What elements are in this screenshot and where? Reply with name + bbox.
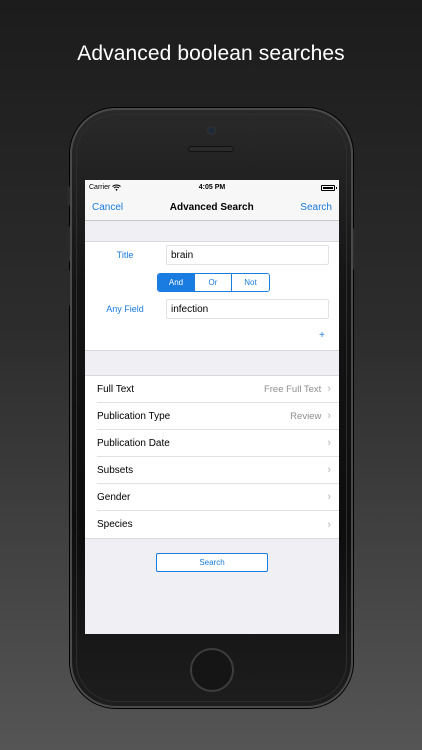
chevron-right-icon: › — [327, 464, 331, 476]
filter-row-gender[interactable]: Gender › — [97, 484, 339, 511]
nav-title: Advanced Search — [169, 202, 254, 213]
chevron-right-icon: › — [327, 410, 331, 422]
navigation-bar: Cancel Advanced Search Search — [85, 195, 339, 221]
speaker-grille — [188, 146, 234, 152]
filter-label: Publication Type — [97, 410, 171, 422]
chevron-right-icon: › — [327, 518, 331, 531]
query-row: Title brain — [85, 242, 339, 268]
filter-row-publication-date[interactable]: Publication Date › — [97, 430, 339, 457]
filter-row-full-text[interactable]: Full Text Free Full Text › — [97, 376, 339, 403]
chevron-right-icon: › — [327, 491, 331, 503]
promo-headline: Advanced boolean searches — [77, 42, 345, 65]
section-spacer — [85, 350, 339, 376]
filter-label: Full Text — [97, 383, 135, 395]
add-term-button[interactable]: + — [319, 330, 325, 341]
volume-up-button — [67, 226, 70, 262]
term-input-any[interactable]: infection — [166, 299, 329, 319]
search-action-area: Search — [85, 538, 339, 634]
operator-or[interactable]: Or — [195, 273, 232, 291]
filter-label: Subsets — [97, 464, 134, 476]
volume-down-button — [67, 270, 70, 306]
power-button — [353, 228, 356, 270]
term-input-title[interactable]: brain — [166, 245, 329, 265]
app-screen: Carrier 4:05 PM Cancel Advanced Search S… — [85, 180, 339, 634]
cancel-button[interactable]: Cancel — [92, 202, 123, 213]
operator-row: And Or Not — [85, 268, 339, 296]
filter-row-species[interactable]: Species › — [85, 511, 339, 538]
camera-icon — [208, 127, 215, 134]
mute-switch — [67, 186, 70, 206]
wifi-icon — [112, 184, 122, 191]
boolean-operator-control: And Or Not — [157, 272, 270, 292]
filter-list: Full Text Free Full Text › Publication Ty… — [85, 376, 339, 538]
filter-label: Gender — [97, 491, 131, 503]
chevron-right-icon: › — [327, 383, 331, 395]
chevron-right-icon: › — [327, 437, 331, 449]
filter-label: Publication Date — [97, 437, 170, 449]
status-bar: Carrier 4:05 PM — [85, 180, 339, 195]
operator-and[interactable]: And — [158, 273, 195, 291]
home-button — [190, 648, 234, 692]
filter-value: Review — [290, 410, 322, 422]
operator-not[interactable]: Not — [232, 273, 269, 291]
status-time: 4:05 PM — [198, 184, 226, 191]
carrier-label: Carrier — [89, 184, 111, 191]
add-row-area: + — [85, 322, 339, 350]
filter-label: Species — [97, 519, 133, 530]
search-nav-button[interactable]: Search — [300, 202, 332, 213]
field-selector-title[interactable]: Title — [85, 250, 165, 260]
search-button[interactable]: Search — [156, 553, 268, 572]
query-row: Any Field infection — [85, 296, 339, 322]
filter-row-publication-type[interactable]: Publication Type Review › — [97, 403, 339, 430]
field-selector-any[interactable]: Any Field — [85, 304, 165, 314]
filter-value: Free Full Text — [263, 383, 322, 395]
filter-row-subsets[interactable]: Subsets › — [97, 457, 339, 484]
query-builder: Title brain And Or Not Any Field infecti… — [85, 242, 339, 350]
battery-icon — [321, 184, 337, 191]
section-spacer — [85, 221, 339, 242]
